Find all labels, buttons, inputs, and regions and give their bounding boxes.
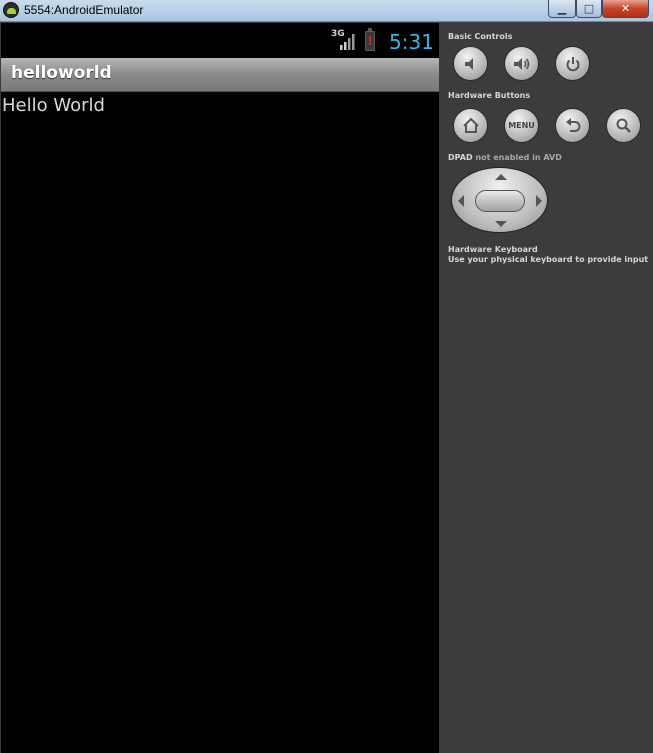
dpad-up-icon[interactable] (495, 174, 507, 180)
menu-button[interactable]: MENU (504, 108, 539, 143)
dpad-right-icon[interactable] (536, 195, 542, 207)
window-title: 5554:AndroidEmulator (24, 3, 144, 17)
back-button[interactable] (555, 108, 590, 143)
search-button[interactable] (606, 108, 641, 143)
hardware-buttons-label: Hardware Buttons (448, 91, 531, 100)
action-bar: helloworld (1, 58, 439, 92)
controls-panel: Basic Controls Hardware Buttons MENU DPA… (439, 23, 653, 753)
app-title: helloworld (11, 63, 112, 83)
battery-alert-mark: ! (367, 34, 373, 48)
hardware-keyboard-label: Hardware Keyboard (448, 245, 538, 254)
minimize-button[interactable]: ▁ (548, 0, 576, 18)
back-icon (565, 117, 580, 132)
window-titlebar[interactable]: 5554:AndroidEmulator ▁ □ ✕ (0, 0, 653, 22)
signal-icon (340, 34, 355, 50)
power-button[interactable] (555, 46, 590, 81)
emulator-screen[interactable]: 3G ! 5:31 helloworld Hello World (1, 23, 439, 753)
home-button[interactable] (453, 108, 488, 143)
dpad-note: not enabled in AVD (475, 153, 562, 162)
search-icon (616, 118, 631, 133)
volume-up-icon (513, 57, 529, 70)
dpad[interactable] (451, 167, 548, 233)
status-clock: 5:31 (389, 30, 434, 54)
volume-down-button[interactable] (453, 46, 488, 81)
android-app-icon (3, 2, 19, 18)
hardware-keyboard-note: Use your physical keyboard to provide in… (448, 255, 649, 264)
close-button[interactable]: ✕ (602, 0, 649, 18)
dpad-left-icon[interactable] (458, 195, 464, 207)
volume-down-icon (464, 57, 473, 70)
status-bar: 3G ! 5:31 (1, 23, 439, 58)
hello-text: Hello World (2, 95, 105, 116)
volume-up-button[interactable] (504, 46, 539, 81)
power-icon (566, 56, 579, 71)
battery-alert-icon: ! (365, 28, 375, 51)
basic-controls-label: Basic Controls (448, 32, 513, 41)
dpad-down-icon[interactable] (495, 221, 507, 227)
dpad-label: DPAD not enabled in AVD (448, 153, 562, 162)
dpad-center-button[interactable] (475, 190, 525, 212)
maximize-button[interactable]: □ (576, 0, 602, 18)
home-icon (462, 117, 479, 133)
menu-label: MENU (508, 121, 535, 130)
dpad-title: DPAD (448, 153, 473, 162)
